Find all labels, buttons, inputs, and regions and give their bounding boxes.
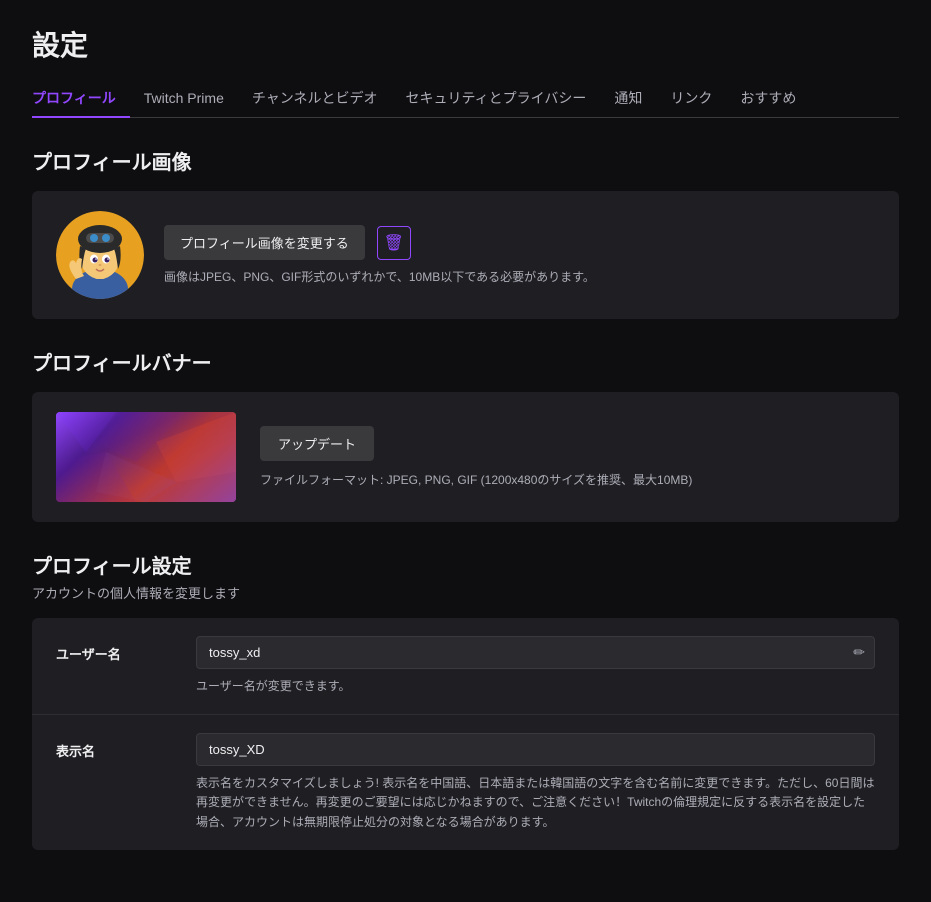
- profile-image-hint: 画像はJPEG、PNG、GIF形式のいずれかで、10MB以下である必要があります…: [164, 268, 595, 285]
- change-profile-image-button[interactable]: プロフィール画像を変更する: [164, 225, 365, 260]
- display-name-input-wrapper: [196, 733, 875, 766]
- display-name-hint: 表示名をカスタマイズしましょう! 表示名を中国語、日本語または韓国語の文字を含む…: [196, 774, 875, 832]
- username-edit-icon[interactable]: ✏: [853, 644, 865, 661]
- profile-image-card: プロフィール画像を変更する 🗑 画像はJPEG、PNG、GIF形式のいずれかで、…: [32, 191, 899, 319]
- profile-settings-title: プロフィール設定: [32, 550, 899, 579]
- settings-row-username: ユーザー名 ✏ ユーザー名が変更できます。: [32, 618, 899, 715]
- delete-profile-image-button[interactable]: 🗑: [377, 226, 411, 260]
- username-input[interactable]: [196, 636, 875, 669]
- tab-security-privacy[interactable]: セキュリティとプライバシー: [391, 80, 600, 118]
- profile-image-buttons: プロフィール画像を変更する 🗑: [164, 225, 595, 260]
- display-name-label: 表示名: [56, 733, 196, 760]
- username-hint: ユーザー名が変更できます。: [196, 677, 875, 696]
- delete-icon: 🗑: [384, 233, 404, 253]
- profile-image-title: プロフィール画像: [32, 146, 899, 175]
- update-banner-button[interactable]: アップデート: [260, 426, 374, 461]
- display-name-input[interactable]: [196, 733, 875, 766]
- username-input-wrapper: ✏: [196, 636, 875, 669]
- profile-image-row: プロフィール画像を変更する 🗑 画像はJPEG、PNG、GIF形式のいずれかで、…: [56, 211, 875, 299]
- profile-banner-card: アップデート ファイルフォーマット: JPEG, PNG, GIF (1200x…: [32, 392, 899, 522]
- avatar: [56, 211, 144, 299]
- username-content: ✏ ユーザー名が変更できます。: [196, 636, 875, 696]
- username-label: ユーザー名: [56, 636, 196, 663]
- nav-tabs: プロフィール Twitch Prime チャンネルとビデオ セキュリティとプライ…: [32, 80, 899, 118]
- tab-channel-video[interactable]: チャンネルとビデオ: [238, 80, 392, 118]
- profile-banner-title: プロフィールバナー: [32, 347, 899, 376]
- tab-links[interactable]: リンク: [656, 80, 726, 118]
- page-title: 設定: [32, 24, 899, 64]
- banner-row: アップデート ファイルフォーマット: JPEG, PNG, GIF (1200x…: [56, 412, 875, 502]
- profile-image-actions: プロフィール画像を変更する 🗑 画像はJPEG、PNG、GIF形式のいずれかで、…: [164, 225, 595, 285]
- banner-preview: [56, 412, 236, 502]
- tab-twitch-prime[interactable]: Twitch Prime: [130, 82, 238, 116]
- profile-settings-subtitle: アカウントの個人情報を変更します: [32, 583, 899, 602]
- profile-settings-card: ユーザー名 ✏ ユーザー名が変更できます。 表示名 表示名をカスタマイズしましょ…: [32, 618, 899, 850]
- tab-profile[interactable]: プロフィール: [32, 80, 130, 118]
- display-name-content: 表示名をカスタマイズしましょう! 表示名を中国語、日本語または韓国語の文字を含む…: [196, 733, 875, 832]
- tab-recommendations[interactable]: おすすめ: [726, 80, 810, 118]
- banner-hint: ファイルフォーマット: JPEG, PNG, GIF (1200x480のサイズ…: [260, 471, 692, 488]
- banner-info: アップデート ファイルフォーマット: JPEG, PNG, GIF (1200x…: [260, 426, 692, 488]
- settings-row-display-name: 表示名 表示名をカスタマイズしましょう! 表示名を中国語、日本語または韓国語の文…: [32, 715, 899, 850]
- tab-notifications[interactable]: 通知: [600, 80, 656, 118]
